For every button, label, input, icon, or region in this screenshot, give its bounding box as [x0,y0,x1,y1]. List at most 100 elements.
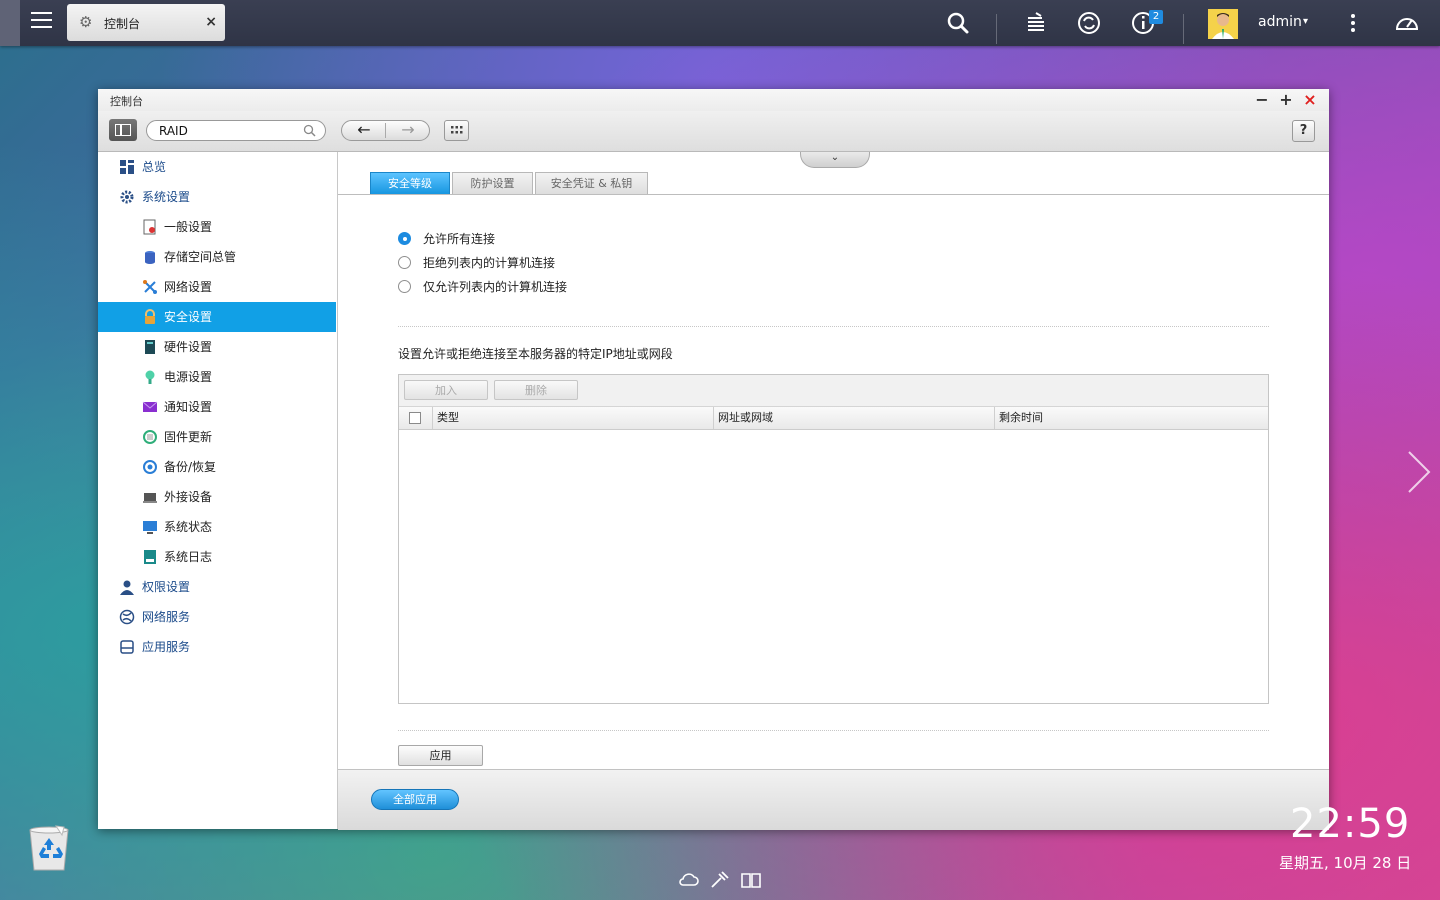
sidebar-item-label: 安全设置 [164,310,213,324]
app-tab-label: 控制台 [104,17,141,31]
radio-button[interactable] [398,232,411,245]
storage-icon [145,251,155,264]
table-header: 类型 网址或网域 剩余时间 [399,407,1268,430]
sidebar-item-security[interactable]: 安全设置 [98,302,336,332]
overview-icon [120,160,134,174]
sidebar-item-hardware[interactable]: 硬件设置 [98,332,336,362]
radio-button[interactable] [398,256,411,269]
sidebar-item-label: 一般设置 [164,220,213,234]
notification-icon [142,401,158,412]
separator [996,14,997,44]
firmware-icon [143,430,157,444]
task-stack-icon[interactable] [1023,10,1049,36]
application-service-icon [120,640,134,654]
sidebar-item-label: 固件更新 [164,430,213,444]
add-button[interactable]: 加入 [404,380,488,400]
app-grid-button[interactable] [444,120,469,141]
navigation-buttons: ← → [341,120,430,141]
help-button[interactable]: ? [1292,120,1315,142]
tab-security-level[interactable]: 安全等级 [370,172,450,194]
sidebar-item-label: 系统状态 [164,520,213,534]
main-menu-icon[interactable] [31,12,52,30]
sidebar-item-notification[interactable]: 通知设置 [98,392,336,422]
table-toolbar: 加入 删除 [399,375,1268,407]
forward-arrow-icon[interactable]: → [386,121,430,140]
sidebar-item-label: 外接设备 [164,490,213,504]
apply-all-button[interactable]: 全部应用 [371,789,459,810]
recycle-bin-icon[interactable] [26,824,72,872]
back-arrow-icon[interactable]: ← [342,121,386,140]
username[interactable]: admin [1258,14,1302,30]
system-settings-icon [120,190,134,204]
sidebar-item-power[interactable]: 电源设置 [98,362,336,392]
more-options-icon[interactable] [1340,10,1366,36]
sidebar-item-label: 网络设置 [164,280,213,294]
sidebar-item-backup[interactable]: 备份/恢复 [98,452,336,482]
sidebar-item-label: 系统设置 [142,190,191,204]
tab-protection[interactable]: 防护设置 [452,172,533,194]
sidebar-item-network-service[interactable]: 网络服务 [98,602,336,632]
chevron-down-icon[interactable]: ▾ [1303,16,1308,27]
collapse-handle[interactable]: ⌄ [800,152,870,168]
sync-icon[interactable] [1076,10,1102,36]
sidebar-item-system-status[interactable]: 系统状态 [98,512,336,542]
system-status-icon [143,521,157,534]
section-description: 设置允许或拒绝连接至本服务器的特定IP地址或网段 [398,347,673,361]
maximize-button[interactable]: + [1277,91,1295,109]
external-device-icon [143,493,157,503]
sidebar-item-application-service[interactable]: 应用服务 [98,632,336,662]
grid-icon [451,126,463,134]
sidebar-item-label: 总览 [142,160,167,174]
book-icon[interactable] [740,869,762,891]
search-input[interactable] [159,123,294,138]
sidebar-item-label: 备份/恢复 [164,460,217,474]
radio-label: 拒绝列表内的计算机连接 [423,256,556,270]
network-service-icon [119,609,135,625]
toggle-sidebar-button[interactable] [109,119,137,141]
next-page-arrow-icon[interactable] [1403,448,1433,496]
column-header-remaining-time[interactable]: 剩余时间 [994,407,1268,429]
delete-button[interactable]: 删除 [494,380,578,400]
sidebar-item-label: 存储空间总管 [164,250,237,264]
sidebar-item-label: 电源设置 [164,370,213,384]
tab-certificate[interactable]: 安全凭证 & 私钥 [535,172,648,194]
power-icon [145,370,155,384]
minimize-button[interactable]: − [1253,91,1271,109]
radio-button[interactable] [398,280,411,293]
window-titlebar[interactable]: 控制台 − + × [98,89,1329,111]
sidebar-item-firmware[interactable]: 固件更新 [98,422,336,452]
tab-bar: 安全等级 防护设置 安全凭证 & 私钥 [338,169,1329,195]
radio-label: 仅允许列表内的计算机连接 [423,280,568,294]
network-icon [143,280,157,294]
column-header-type[interactable]: 类型 [432,407,713,429]
select-all-checkbox[interactable] [409,412,421,424]
gear-icon: ⚙ [79,13,93,31]
sidebar-item-storage[interactable]: 存储空间总管 [98,242,336,272]
search-icon[interactable] [303,124,316,137]
close-window-button[interactable]: × [1301,91,1319,109]
radio-label: 允许所有连接 [423,232,496,246]
window-toolbar: ← → ? [98,111,1329,152]
sidebar-item-label: 系统日志 [164,550,213,564]
cloud-icon[interactable] [677,869,699,891]
app-tab-control-panel[interactable]: ⚙ 控制台 × [67,4,225,41]
sidebar-item-network[interactable]: 网络设置 [98,272,336,302]
sidebar-item-system-log[interactable]: 系统日志 [98,542,336,572]
hardware-icon [145,340,155,354]
notification-badge: 2 [1149,10,1163,24]
sidebar-item-system-settings[interactable]: 系统设置 [98,182,336,212]
column-header-address[interactable]: 网址或网域 [713,407,994,429]
avatar[interactable] [1208,9,1238,39]
main-content: ⌄ 安全等级 防护设置 安全凭证 & 私钥 允许所有连接 拒绝列表内的计算机连接… [338,152,1329,830]
sidebar-item-external-device[interactable]: 外接设备 [98,482,336,512]
ip-list-table: 加入 删除 类型 网址或网域 剩余时间 [398,374,1269,704]
sidebar-item-general-settings[interactable]: 一般设置 [98,212,336,242]
sidebar-item-overview[interactable]: 总览 [98,152,336,182]
sidebar-item-privilege[interactable]: 权限设置 [98,572,336,602]
apply-button[interactable]: 应用 [398,745,483,766]
tools-icon[interactable] [709,869,731,891]
dashboard-gauge-icon[interactable] [1394,10,1420,36]
search-field[interactable] [146,120,326,141]
close-icon[interactable]: × [205,14,217,30]
search-icon[interactable] [945,10,971,36]
